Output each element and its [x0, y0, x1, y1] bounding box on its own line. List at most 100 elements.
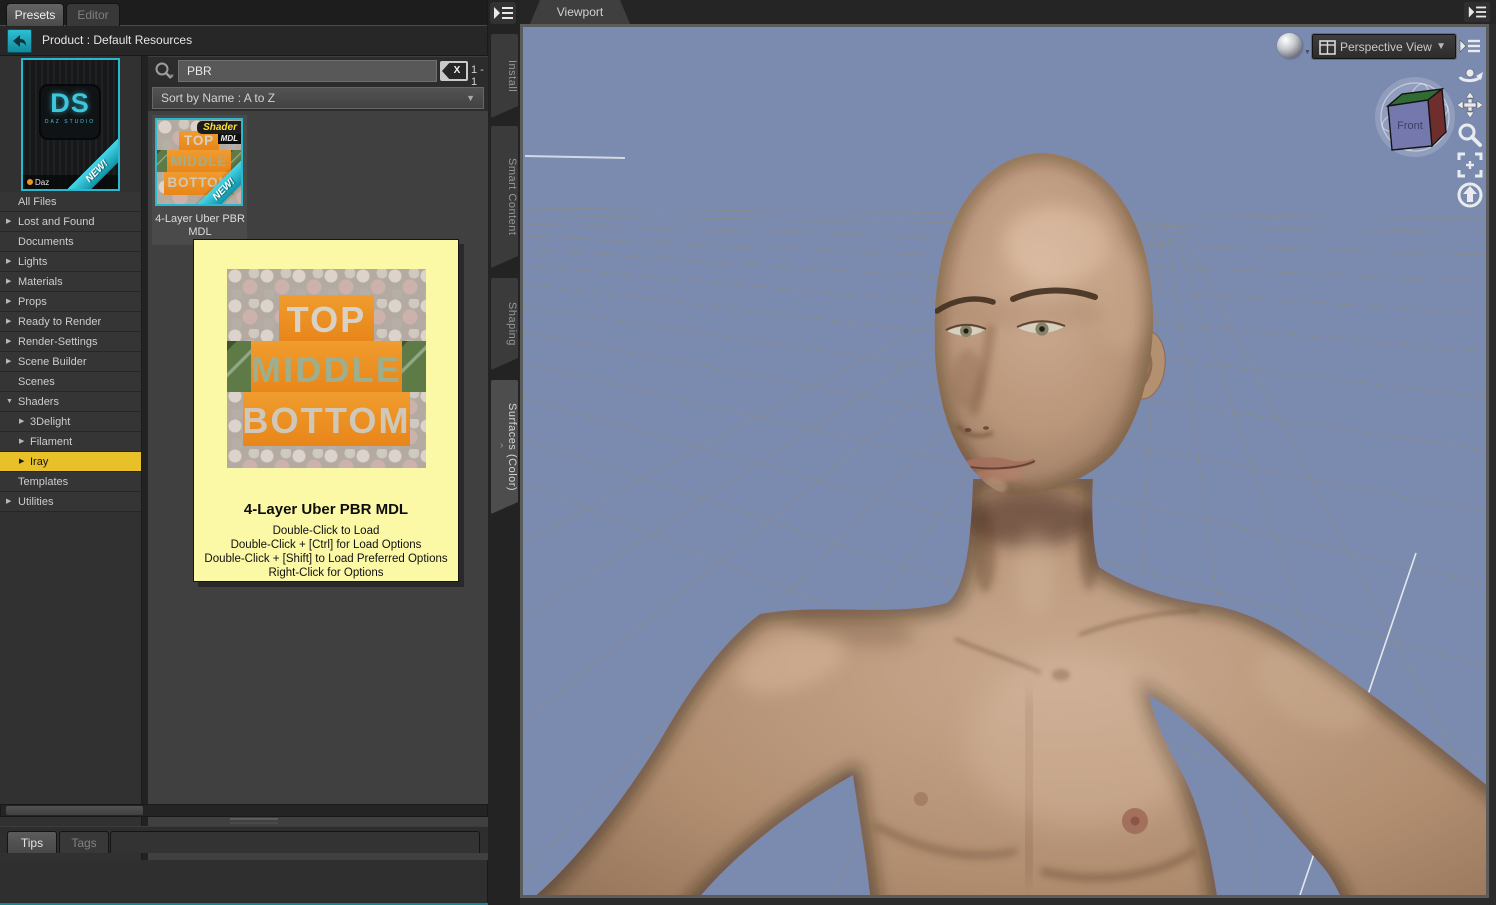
- tree-item-lost-and-found[interactable]: ▶ Lost and Found: [0, 212, 141, 232]
- tree-item-materials[interactable]: ▶ Materials: [0, 272, 141, 292]
- side-dock-strip: Install Smart Content Shaping Surfaces (…: [488, 0, 520, 905]
- tree-item-props[interactable]: ▶ Props: [0, 292, 141, 312]
- expand-icon[interactable]: ▶: [6, 252, 11, 272]
- panel-menu-icon: [1459, 39, 1480, 53]
- pane-group-menu-button[interactable]: [490, 2, 516, 24]
- cube-face-label: Front: [1397, 120, 1423, 132]
- tree-item-utilities[interactable]: ▶ Utilities: [0, 492, 141, 512]
- horizontal-scrollbar[interactable]: [0, 804, 488, 817]
- expand-icon[interactable]: ▶: [6, 212, 11, 232]
- folder-tree: All Files ▶ Lost and Found Documents ▶ Lig…: [0, 192, 141, 512]
- tree-label: Filament: [30, 436, 73, 448]
- tree-item-ready-to-render[interactable]: ▶ Ready to Render: [0, 312, 141, 332]
- tree-label: Materials: [18, 276, 63, 288]
- tooltip-instruction: Double-Click + [Shift] to Load Preferred…: [204, 553, 448, 565]
- tooltip-word-top: TOP: [286, 298, 367, 340]
- expand-icon[interactable]: ▶: [19, 452, 24, 472]
- reset-view-button[interactable]: [1456, 181, 1486, 208]
- tree-label: Props: [18, 296, 47, 308]
- tooltip-title: 4-Layer Uber PBR MDL: [243, 501, 409, 518]
- view-navigation-cube[interactable]: Front: [1369, 71, 1461, 163]
- tree-item-lights[interactable]: ▶ Lights: [0, 252, 141, 272]
- expand-icon[interactable]: ▶: [19, 412, 24, 432]
- tree-item-scene-builder[interactable]: ▶ Scene Builder: [0, 352, 141, 372]
- back-button[interactable]: [7, 29, 32, 53]
- search-bar: ▼ X 1 - 1: [148, 57, 488, 88]
- asset-thumbnail[interactable]: TOP MIDDLE BOTTOM Shader MDL NEW!: [155, 118, 243, 206]
- sort-bar: Sort by Name : A to Z ▼: [148, 85, 488, 111]
- dock-tab-shaping[interactable]: Shaping: [491, 278, 518, 370]
- dock-tab-smart-content[interactable]: Smart Content: [491, 126, 518, 268]
- asset-item-4-layer-uber-pbr-mdl[interactable]: TOP MIDDLE BOTTOM Shader MDL NEW! 4-Laye…: [152, 115, 247, 245]
- tooltip-instruction: Double-Click + [Ctrl] for Load Options: [230, 539, 422, 551]
- tree-item-documents[interactable]: Documents: [0, 232, 141, 252]
- tab-editor[interactable]: Editor: [66, 3, 120, 26]
- dock-tab-install[interactable]: Install: [491, 34, 518, 118]
- tree-label: Scenes: [18, 376, 55, 388]
- product-thumbnail[interactable]: DS DAZ STUDIO Daz NEW!: [21, 58, 120, 191]
- viewport-pane-menu-button[interactable]: [1464, 2, 1490, 22]
- tree-item-templates[interactable]: Templates: [0, 472, 141, 492]
- clear-search-button[interactable]: X: [440, 61, 468, 81]
- tree-item-filament[interactable]: ▶ Filament: [0, 432, 141, 452]
- clear-x-icon: X: [442, 63, 466, 79]
- home-arrow-icon: [1457, 182, 1483, 208]
- draw-style-caret[interactable]: ▼: [1304, 49, 1311, 56]
- viewport-canvas[interactable]: [523, 27, 1486, 895]
- tree-label: Iray: [30, 456, 49, 468]
- ds-logo-text: DS: [50, 88, 90, 118]
- dock-tab-surfaces-color[interactable]: Surfaces (Color): [491, 380, 518, 514]
- tab-viewport[interactable]: Viewport: [530, 0, 630, 24]
- camera-view-icon: [1319, 40, 1336, 55]
- product-header: Product : Default Resources: [0, 26, 487, 56]
- pane-collapse-handle[interactable]: ›: [500, 440, 503, 451]
- camera-selector-value: Perspective View: [1340, 40, 1432, 54]
- expand-icon[interactable]: ▶: [6, 272, 11, 292]
- tab-tags[interactable]: Tags: [59, 831, 109, 853]
- ds-logo-subtext: DAZ STUDIO: [44, 119, 96, 125]
- axis-line-horizontal: [524, 155, 626, 159]
- tree-label: 3Delight: [30, 416, 71, 428]
- tree-item-all-files[interactable]: All Files: [0, 192, 141, 212]
- search-input[interactable]: [178, 60, 437, 82]
- thumb-word-middle: MIDDLE: [170, 153, 228, 169]
- panel-menu-icon: [1468, 6, 1487, 18]
- back-arrow-icon: [13, 35, 26, 47]
- camera-selector-dropdown[interactable]: Perspective View ▼: [1311, 33, 1457, 60]
- tree-item-shaders[interactable]: ▼ Shaders: [0, 392, 141, 412]
- empty-tab-strip: [110, 831, 480, 853]
- tooltip-word-bottom: BOTTOM: [242, 400, 411, 442]
- pane-splitter-grip[interactable]: [230, 818, 278, 824]
- tree-label: Lights: [18, 256, 48, 268]
- search-options-caret[interactable]: ▼: [169, 74, 175, 80]
- tree-label: Shaders: [18, 396, 59, 408]
- tooltip-word-middle: MIDDLE: [251, 348, 402, 390]
- folder-tree-pane: DS DAZ STUDIO Daz NEW! All Files ▶ Lost a…: [0, 56, 142, 860]
- scrollbar-thumb[interactable]: [6, 806, 143, 815]
- expand-icon[interactable]: ▶: [6, 292, 11, 312]
- genesis-figure[interactable]: [523, 153, 1486, 895]
- tooltip-instruction: Right-Click for Options: [268, 567, 384, 579]
- draw-style-button[interactable]: [1277, 33, 1302, 58]
- expand-icon[interactable]: ▶: [6, 492, 11, 512]
- tree-label: Utilities: [18, 496, 54, 508]
- chevron-down-icon: ▼: [466, 93, 475, 103]
- collapse-icon[interactable]: ▼: [6, 392, 13, 412]
- sort-dropdown[interactable]: Sort by Name : A to Z ▼: [152, 87, 484, 109]
- product-breadcrumb: Product : Default Resources: [42, 33, 193, 47]
- daz-studio-window: Presets Editor Product : Default Resourc…: [0, 0, 1496, 905]
- bottom-tab-bar: Tips Tags: [0, 826, 488, 853]
- tree-label: Documents: [18, 236, 74, 248]
- tab-tips[interactable]: Tips: [7, 831, 57, 853]
- expand-icon[interactable]: ▶: [6, 352, 11, 372]
- tab-presets[interactable]: Presets: [6, 3, 64, 26]
- tree-item-3delight[interactable]: ▶ 3Delight: [0, 412, 141, 432]
- expand-icon[interactable]: ▶: [19, 432, 24, 452]
- tree-item-render-settings[interactable]: ▶ Render-Settings: [0, 332, 141, 352]
- chevron-down-icon: ▼: [1436, 41, 1446, 52]
- tree-item-scenes[interactable]: Scenes: [0, 372, 141, 392]
- tree-item-iray[interactable]: ▶ Iray: [0, 452, 141, 472]
- expand-icon[interactable]: ▶: [6, 312, 11, 332]
- viewport-options-button[interactable]: [1456, 35, 1486, 61]
- expand-icon[interactable]: ▶: [6, 332, 11, 352]
